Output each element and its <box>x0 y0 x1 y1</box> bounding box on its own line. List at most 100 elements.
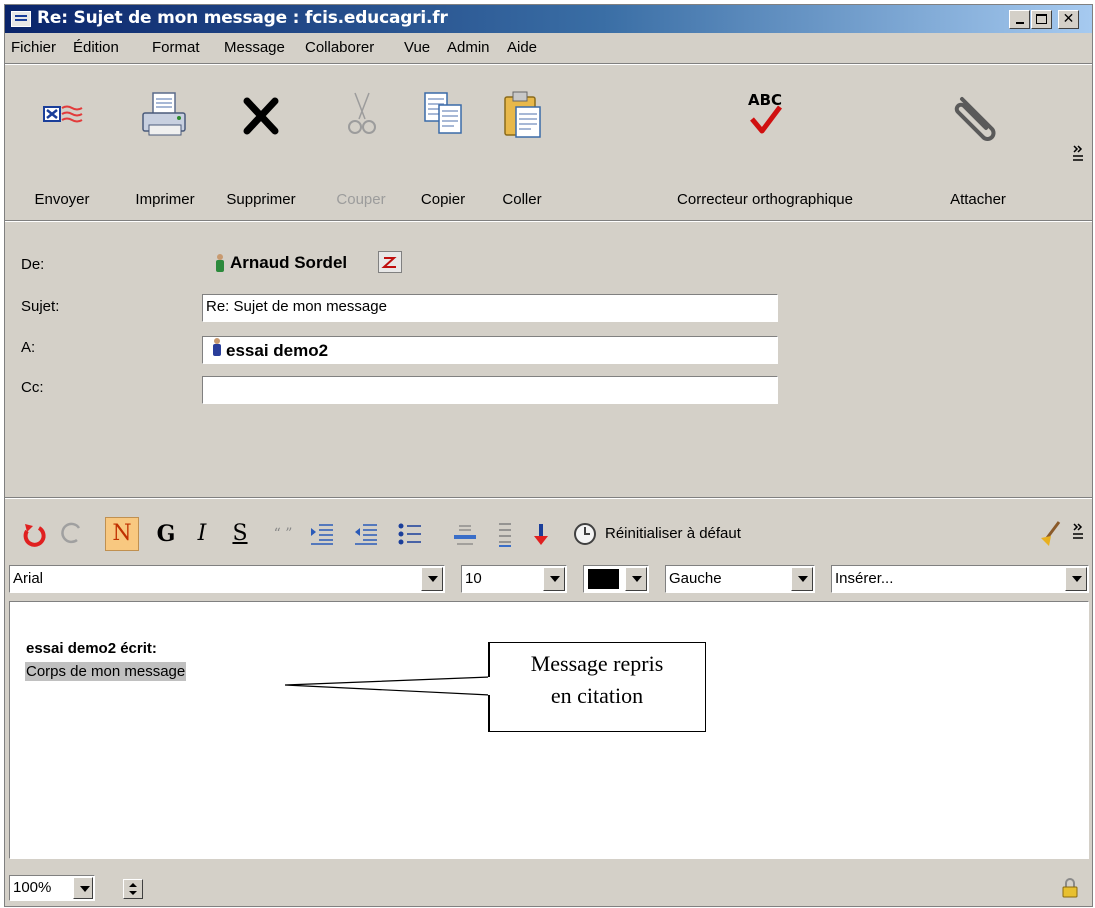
delete-button[interactable]: Supprimer <box>211 65 311 215</box>
zoom-spinner-icon[interactable] <box>123 879 143 899</box>
recipient-person-icon <box>212 337 222 365</box>
title-bar[interactable]: Re: Sujet de mon message : fcis.educagri… <box>5 5 1092 33</box>
to-field[interactable]: essai demo2 <box>202 336 778 364</box>
copy-button[interactable]: Copier <box>402 65 484 215</box>
insert-select[interactable]: Insérer... <box>831 565 1089 593</box>
bold-g-button[interactable]: G <box>151 512 181 556</box>
cut-label: Couper <box>336 191 386 208</box>
attach-label: Attacher <box>950 191 1006 208</box>
zoom-select[interactable]: 100% <box>9 875 95 901</box>
zoom-dropdown-arrow-icon[interactable] <box>73 877 93 899</box>
send-button[interactable]: Envoyer <box>13 65 111 215</box>
menu-aide[interactable]: Aide <box>507 39 537 56</box>
broom-clean-icon[interactable] <box>1035 512 1063 556</box>
main-toolbar: Envoyer Imprimer Supprimer Couper Copier… <box>5 65 1092 220</box>
cut-button[interactable]: Couper <box>318 65 404 215</box>
subject-field[interactable]: Re: Sujet de mon message <box>202 294 778 322</box>
bold-button[interactable]: N <box>105 517 139 551</box>
font-size-value: 10 <box>465 570 482 587</box>
menu-edition[interactable]: Édition <box>73 39 119 56</box>
headers-separator <box>5 497 1092 499</box>
close-button[interactable]: ✕ <box>1058 10 1079 29</box>
to-value: essai demo2 <box>226 341 329 360</box>
font-family-value: Arial <box>13 570 44 587</box>
outdent-icon[interactable] <box>351 512 379 556</box>
insert-value: Insérer... <box>835 570 894 587</box>
menu-bar: Fichier Édition Format Message Collabore… <box>5 34 1092 62</box>
subject-label: Sujet: <box>21 298 60 315</box>
quote-button[interactable]: “ ” <box>263 512 303 556</box>
callout-line-1: Message repris <box>530 651 664 676</box>
menu-admin[interactable]: Admin <box>447 39 490 56</box>
spellcheck-label: Correcteur orthographique <box>677 191 853 208</box>
zoom-value: 100% <box>13 879 52 896</box>
callout-line-2: en citation <box>550 683 644 708</box>
send-icon <box>43 105 83 123</box>
alignment-dropdown-arrow-icon[interactable] <box>791 567 813 591</box>
menu-message[interactable]: Message <box>224 39 285 56</box>
window-title: Re: Sujet de mon message : fcis.educagri… <box>37 8 448 28</box>
mail-app-icon <box>11 11 31 27</box>
bullet-list-icon[interactable] <box>395 512 423 556</box>
alignment-select[interactable]: Gauche <box>665 565 815 593</box>
format-overflow-chevron-icon[interactable] <box>1071 512 1085 556</box>
font-color-swatch <box>588 569 619 589</box>
send-label: Envoyer <box>34 191 90 208</box>
to-label: A: <box>21 339 36 356</box>
status-bar: 100% <box>5 867 1092 906</box>
font-size-dropdown-arrow-icon[interactable] <box>543 567 565 591</box>
message-headers: De: Arnaud Sordel Sujet: Re: Sujet de mo… <box>5 227 1092 497</box>
delete-label: Supprimer <box>226 191 296 208</box>
delete-x-icon <box>243 97 279 135</box>
attach-button[interactable]: Attacher <box>929 65 1027 215</box>
spellcheck-abc-icon: ABC <box>748 91 782 134</box>
paste-label: Coller <box>502 191 542 208</box>
from-value: Arnaud Sordel <box>230 253 348 272</box>
copy-label: Copier <box>420 191 466 208</box>
paste-button[interactable]: Coller <box>482 65 562 215</box>
from-person-icon <box>215 253 225 277</box>
undo-icon[interactable] <box>19 512 47 556</box>
paste-clipboard-icon <box>504 91 541 138</box>
redo-icon[interactable] <box>59 512 87 556</box>
insert-dropdown-arrow-icon[interactable] <box>1065 567 1087 591</box>
security-lock-icon <box>1061 877 1079 904</box>
address-book-icon[interactable] <box>378 251 402 273</box>
spellcheck-abc-text: ABC <box>748 91 782 109</box>
minimize-button[interactable] <box>1009 10 1030 29</box>
spellcheck-button[interactable]: ABC Correcteur orthographique <box>642 65 888 215</box>
menu-vue[interactable]: Vue <box>404 39 430 56</box>
horizontal-rule-icon[interactable] <box>451 512 479 556</box>
indent-icon[interactable] <box>307 512 335 556</box>
printer-icon <box>142 92 186 136</box>
underline-button[interactable]: S <box>225 512 255 556</box>
formatting-toolbar: N G I S “ ” Réinitialiser à défaut <box>5 512 1092 556</box>
scissors-icon <box>348 92 376 134</box>
font-color-dropdown-arrow-icon[interactable] <box>625 567 647 591</box>
formatting-combos: Arial 10 Gauche Insérer... <box>5 565 1092 595</box>
alignment-value: Gauche <box>669 570 722 587</box>
insert-down-arrow-icon[interactable] <box>529 512 553 556</box>
font-family-select[interactable]: Arial <box>9 565 445 593</box>
print-button[interactable]: Imprimer <box>117 65 213 215</box>
cc-field[interactable] <box>202 376 778 404</box>
reset-clock-icon[interactable] <box>571 512 599 556</box>
reset-default-button[interactable]: Réinitialiser à défaut <box>605 512 741 556</box>
font-size-select[interactable]: 10 <box>461 565 567 593</box>
menu-fichier[interactable]: Fichier <box>11 39 56 56</box>
message-body-editor[interactable]: essai demo2 écrit: Corps de mon message … <box>9 601 1089 859</box>
from-label: De: <box>21 256 45 273</box>
menu-format[interactable]: Format <box>152 39 200 56</box>
font-family-dropdown-arrow-icon[interactable] <box>421 567 443 591</box>
toolbar-separator <box>5 220 1092 222</box>
copy-icon <box>424 92 462 134</box>
font-color-select[interactable] <box>583 565 649 593</box>
compose-window: Re: Sujet de mon message : fcis.educagri… <box>4 4 1093 907</box>
maximize-button[interactable] <box>1031 10 1052 29</box>
callout-text: Message repris en citation <box>490 648 704 712</box>
toolbar-overflow-chevron-icon[interactable] <box>1071 143 1085 165</box>
italic-button[interactable]: I <box>190 512 214 556</box>
numbered-list-icon[interactable] <box>491 512 519 556</box>
menu-collaborer[interactable]: Collaborer <box>305 39 374 56</box>
paperclip-icon <box>954 97 996 141</box>
